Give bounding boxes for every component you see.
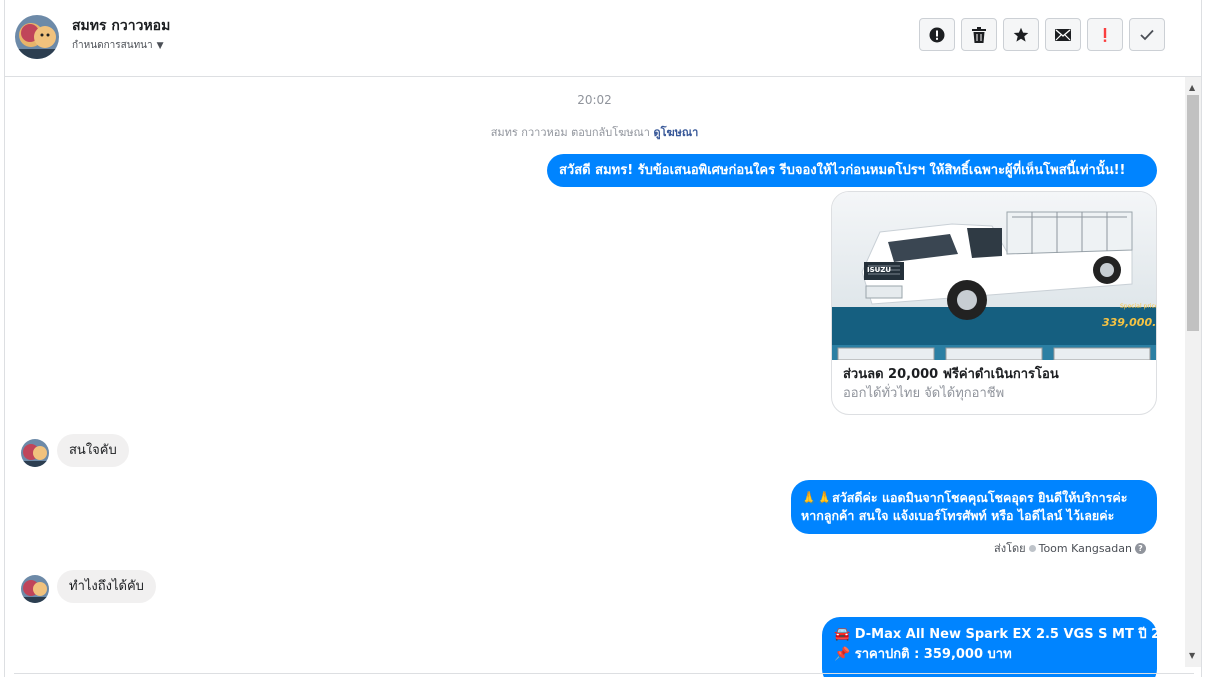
conversation-status-dropdown[interactable]: กำหนดการสนทนา ▼ (72, 38, 164, 53)
agent-dot-icon (1028, 544, 1036, 552)
sent-by-info: ส่งโดย Toom Kangsadan ? (994, 539, 1146, 557)
scrollbar-thumb[interactable] (1187, 95, 1199, 331)
trash-icon (972, 26, 986, 43)
right-border (1201, 0, 1202, 677)
outgoing-message[interactable]: 🚘 D-Max All New Spark EX 2.5 VGS S MT ปี… (822, 617, 1184, 677)
ad-card[interactable]: ISUZU Special price 339,000.- ส่วนลด 20,… (831, 191, 1157, 415)
message-text-line: หากลูกค้า สนใจ แจ้งเบอร์โทรศัพท์ หรือ ไอ… (801, 508, 1115, 523)
star-icon (1013, 27, 1029, 42)
mail-icon (1055, 28, 1071, 41)
message-text: สนใจคับ (69, 443, 117, 458)
ad-card-image: ISUZU Special price 339,000.- (832, 192, 1156, 360)
message-text-line: 📌 ราคาปกติ : 359,000 บาท (834, 647, 1012, 662)
contact-name[interactable]: สมทร กวาวหอม (72, 15, 170, 37)
ad-card-title: ส่วนลด 20,000 ฟรีค่าดำเนินการโอน (843, 367, 1059, 382)
conversation-header: สมทร กวาวหอม กำหนดการสนทนา ▼ (5, 0, 1201, 77)
header-actions (919, 18, 1165, 51)
exclamation-icon (1103, 27, 1107, 42)
svg-text:Special price: Special price (1120, 303, 1156, 310)
star-button[interactable] (1003, 18, 1039, 51)
incoming-message[interactable]: ทำไงถึงได้คับ (57, 570, 156, 603)
report-button[interactable] (919, 18, 955, 51)
mark-unread-button[interactable] (1045, 18, 1081, 51)
ad-reply-note: สมทร กวาวหอม ตอบกลับโฆษณา ดูโฆษณา (5, 123, 1184, 141)
sent-by-agent[interactable]: Toom Kangsadan (1039, 542, 1132, 555)
outgoing-message[interactable]: 🙏🙏สวัสดีค่ะ แอดมินจากโชคคุณโชคอุดร ยินดี… (791, 480, 1157, 534)
delete-button[interactable] (961, 18, 997, 51)
ad-reply-text: สมทร กวาวหอม ตอบกลับโฆษณา (490, 126, 650, 139)
message-text: สวัสดี สมทร! รับข้อเสนอพิเศษก่อนใคร รีบจ… (559, 163, 1126, 178)
check-icon (1140, 29, 1154, 40)
contact-avatar[interactable] (15, 15, 59, 59)
svg-text:339,000.-: 339,000.- (1102, 316, 1156, 329)
message-text-line: 🙏🙏สวัสดีค่ะ แอดมินจากโชคคุณโชคอุดร ยินดี… (801, 490, 1128, 505)
caret-down-icon: ▼ (156, 40, 164, 51)
contact-avatar-small[interactable] (21, 439, 49, 467)
scroll-down-arrow-icon[interactable]: ▼ (1189, 651, 1195, 660)
timestamp: 20:02 (577, 93, 612, 107)
message-text: ทำไงถึงได้คับ (69, 579, 144, 594)
view-ad-link[interactable]: ดูโฆษณา (653, 126, 698, 139)
composer-top-edge (14, 673, 1194, 678)
scroll-up-arrow-icon[interactable]: ▲ (1189, 83, 1195, 92)
message-thread[interactable]: 20:02 สมทร กวาวหอม ตอบกลับโฆษณา ดูโฆษณา … (5, 77, 1184, 677)
message-text-line: 🚘 D-Max All New Spark EX 2.5 VGS S MT ปี… (834, 627, 1184, 642)
incoming-message[interactable]: สนใจคับ (57, 434, 129, 467)
ad-card-subtitle: ออกได้ทั่วไทย จัดได้ทุกอาชีพ (843, 386, 1005, 401)
mark-done-button[interactable] (1129, 18, 1165, 51)
report-icon (929, 27, 945, 42)
messenger-window: สมทร กวาวหอม กำหนดการสนทนา ▼ 20:02 สมทร … (0, 0, 1209, 677)
svg-text:ISUZU: ISUZU (867, 266, 891, 274)
contact-avatar-small[interactable] (21, 575, 49, 603)
thread-scrollbar[interactable]: ▲ ▼ (1185, 77, 1201, 667)
conversation-status-label: กำหนดการสนทนา (72, 40, 153, 51)
follow-up-button[interactable] (1087, 18, 1123, 51)
sent-by-label: ส่งโดย (994, 542, 1026, 555)
outgoing-message[interactable]: สวัสดี สมทร! รับข้อเสนอพิเศษก่อนใคร รีบจ… (547, 154, 1157, 187)
help-icon[interactable]: ? (1135, 542, 1146, 554)
